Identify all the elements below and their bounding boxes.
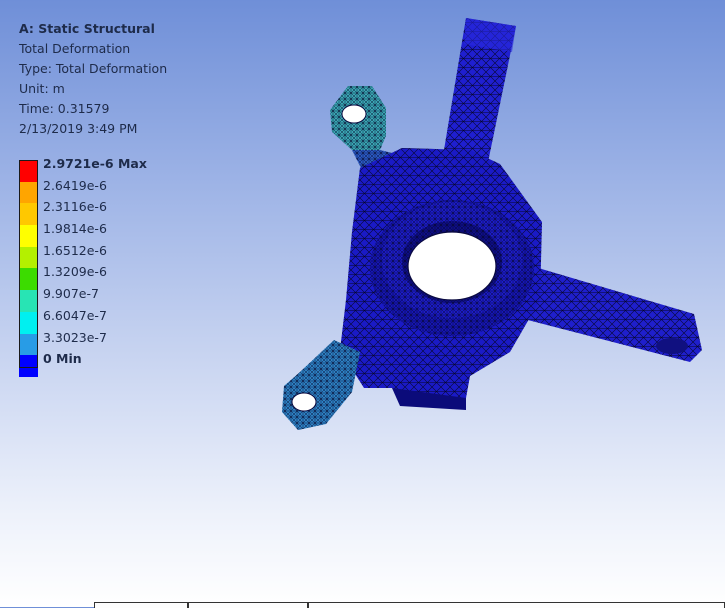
hub-boss: [370, 200, 534, 336]
legend-swatch: [19, 225, 38, 247]
legend-value-label: 1.6512e-6: [43, 242, 107, 258]
result-info-panel: A: Static Structural Total Deformation T…: [19, 19, 167, 139]
result-type: Type: Total Deformation: [19, 61, 168, 76]
result-unit: Unit: m: [19, 81, 65, 96]
legend-max-label: 2.9721e-6 Max: [43, 156, 147, 171]
legend-swatch: [19, 246, 38, 269]
right-arm: [518, 262, 702, 362]
result-name: Total Deformation: [19, 41, 131, 56]
legend-value-label: 1.3209e-6: [43, 264, 107, 280]
lower-left-lug: [282, 340, 360, 430]
bottom-tab-strip: [0, 602, 725, 608]
legend-swatch: [19, 160, 38, 182]
legend-swatch: [19, 181, 38, 204]
top-arm: [442, 18, 516, 172]
result-time: Time: 0.31579: [19, 101, 110, 116]
legend-value-label: 9.907e-7: [43, 286, 99, 302]
analysis-title: A: Static Structural: [19, 21, 155, 36]
legend-min-label: 0 Min: [43, 351, 82, 367]
legend-swatch: [19, 311, 38, 334]
legend-swatch: [19, 203, 38, 226]
bottom-tab[interactable]: [188, 602, 308, 608]
legend-value-label: 2.3116e-6: [43, 199, 107, 215]
bottom-tab[interactable]: [94, 602, 188, 608]
legend-swatch: [19, 355, 38, 377]
bottom-tab[interactable]: [308, 602, 725, 608]
legend-swatch: [19, 268, 38, 291]
result-date: 2/13/2019 3:49 PM: [19, 121, 138, 136]
legend-swatch: [19, 290, 38, 312]
legend-value-label: 1.9814e-6: [43, 221, 107, 237]
legend-value-label: 3.3023e-7: [43, 329, 107, 345]
legend-value-label: 2.6419e-6: [43, 177, 107, 193]
steering-knuckle-model: [282, 18, 702, 430]
legend-value-label: 6.6047e-7: [43, 307, 107, 323]
legend-swatch: [19, 333, 38, 356]
